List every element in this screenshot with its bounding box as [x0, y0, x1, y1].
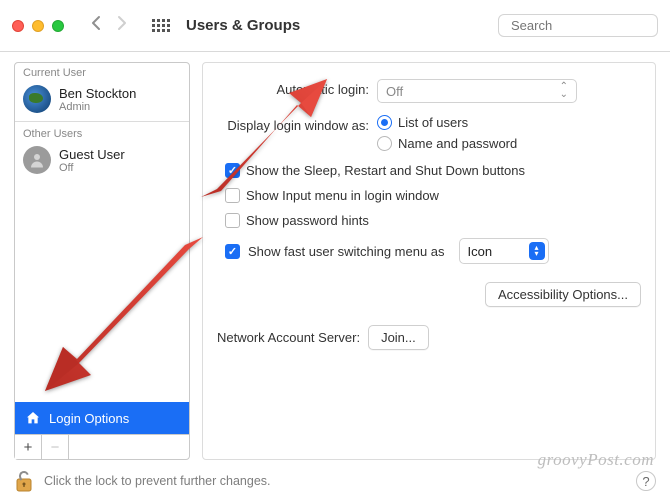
- radio-name-password[interactable]: Name and password: [377, 136, 517, 151]
- fast-switch-select[interactable]: Icon ▴▾: [459, 238, 549, 264]
- user-name-current: Ben Stockton: [59, 86, 136, 101]
- close-window-button[interactable]: [12, 20, 24, 32]
- radio-icon: [377, 115, 392, 130]
- house-icon: [25, 410, 41, 426]
- fullscreen-window-button[interactable]: [52, 20, 64, 32]
- add-user-button[interactable]: +: [15, 435, 42, 459]
- watermark: groovyPost.com: [538, 450, 654, 470]
- auto-login-value: Off: [386, 84, 403, 99]
- search-input[interactable]: [511, 18, 670, 33]
- checkbox-label: Show password hints: [246, 213, 369, 228]
- checkbox-show-sleep[interactable]: Show the Sleep, Restart and Shut Down bu…: [225, 163, 641, 178]
- users-sidebar: Current User Ben Stockton Admin Other Us…: [14, 62, 190, 460]
- sidebar-divider: [15, 121, 189, 122]
- avatar-guest: [23, 146, 51, 174]
- fast-switch-value: Icon: [468, 244, 493, 259]
- lock-icon[interactable]: [14, 469, 34, 493]
- login-options-item[interactable]: Login Options: [15, 402, 189, 434]
- checkbox-fast-user-switching[interactable]: Show fast user switching menu as Icon ▴▾: [225, 238, 641, 264]
- radio-list-of-users[interactable]: List of users: [377, 115, 517, 130]
- user-row-guest[interactable]: Guest User Off: [15, 142, 189, 180]
- checkbox-icon: [225, 244, 240, 259]
- checkbox-icon: [225, 163, 240, 178]
- login-options-label: Login Options: [49, 411, 129, 426]
- settings-panel: Automatic login: Off ⌃⌄ Display login wi…: [202, 62, 656, 460]
- checkbox-icon: [225, 188, 240, 203]
- checkbox-icon: [225, 213, 240, 228]
- chevron-updown-icon: ▴▾: [529, 242, 545, 260]
- nas-label: Network Account Server:: [217, 330, 360, 345]
- titlebar: Users & Groups: [0, 0, 670, 52]
- auto-login-select[interactable]: Off ⌃⌄: [377, 79, 577, 103]
- user-role-current: Admin: [59, 101, 136, 113]
- checkbox-show-password-hints[interactable]: Show password hints: [225, 213, 641, 228]
- user-role-guest: Off: [59, 162, 125, 174]
- radio-list-label: List of users: [398, 115, 468, 130]
- avatar-current: [23, 85, 51, 113]
- user-row-current[interactable]: Ben Stockton Admin: [15, 81, 189, 119]
- page-title: Users & Groups: [186, 17, 300, 34]
- checkbox-show-input-menu[interactable]: Show Input menu in login window: [225, 188, 641, 203]
- nas-join-button[interactable]: Join...: [368, 325, 429, 350]
- lock-text: Click the lock to prevent further change…: [44, 474, 271, 488]
- accessibility-options-button[interactable]: Accessibility Options...: [485, 282, 641, 307]
- chevron-updown-icon: ⌃⌄: [560, 83, 568, 99]
- forward-button[interactable]: [116, 15, 128, 36]
- radio-icon: [377, 136, 392, 151]
- auto-login-label: Automatic login:: [217, 79, 377, 97]
- window-controls: [12, 20, 64, 32]
- checkbox-label: Show fast user switching menu as: [248, 244, 445, 259]
- user-name-guest: Guest User: [59, 147, 125, 162]
- minimize-window-button[interactable]: [32, 20, 44, 32]
- checkbox-label: Show the Sleep, Restart and Shut Down bu…: [246, 163, 525, 178]
- sidebar-section-current: Current User: [15, 63, 189, 81]
- show-all-prefs-button[interactable]: [152, 19, 170, 32]
- sidebar-footer: + −: [15, 434, 189, 459]
- help-button[interactable]: ?: [636, 471, 656, 491]
- checkbox-label: Show Input menu in login window: [246, 188, 439, 203]
- radio-namepw-label: Name and password: [398, 136, 517, 151]
- search-field[interactable]: [498, 14, 658, 37]
- nav-arrows: [90, 15, 128, 36]
- sidebar-section-other: Other Users: [15, 124, 189, 142]
- display-window-label: Display login window as:: [217, 115, 377, 133]
- back-button[interactable]: [90, 15, 102, 36]
- remove-user-button[interactable]: −: [42, 435, 69, 459]
